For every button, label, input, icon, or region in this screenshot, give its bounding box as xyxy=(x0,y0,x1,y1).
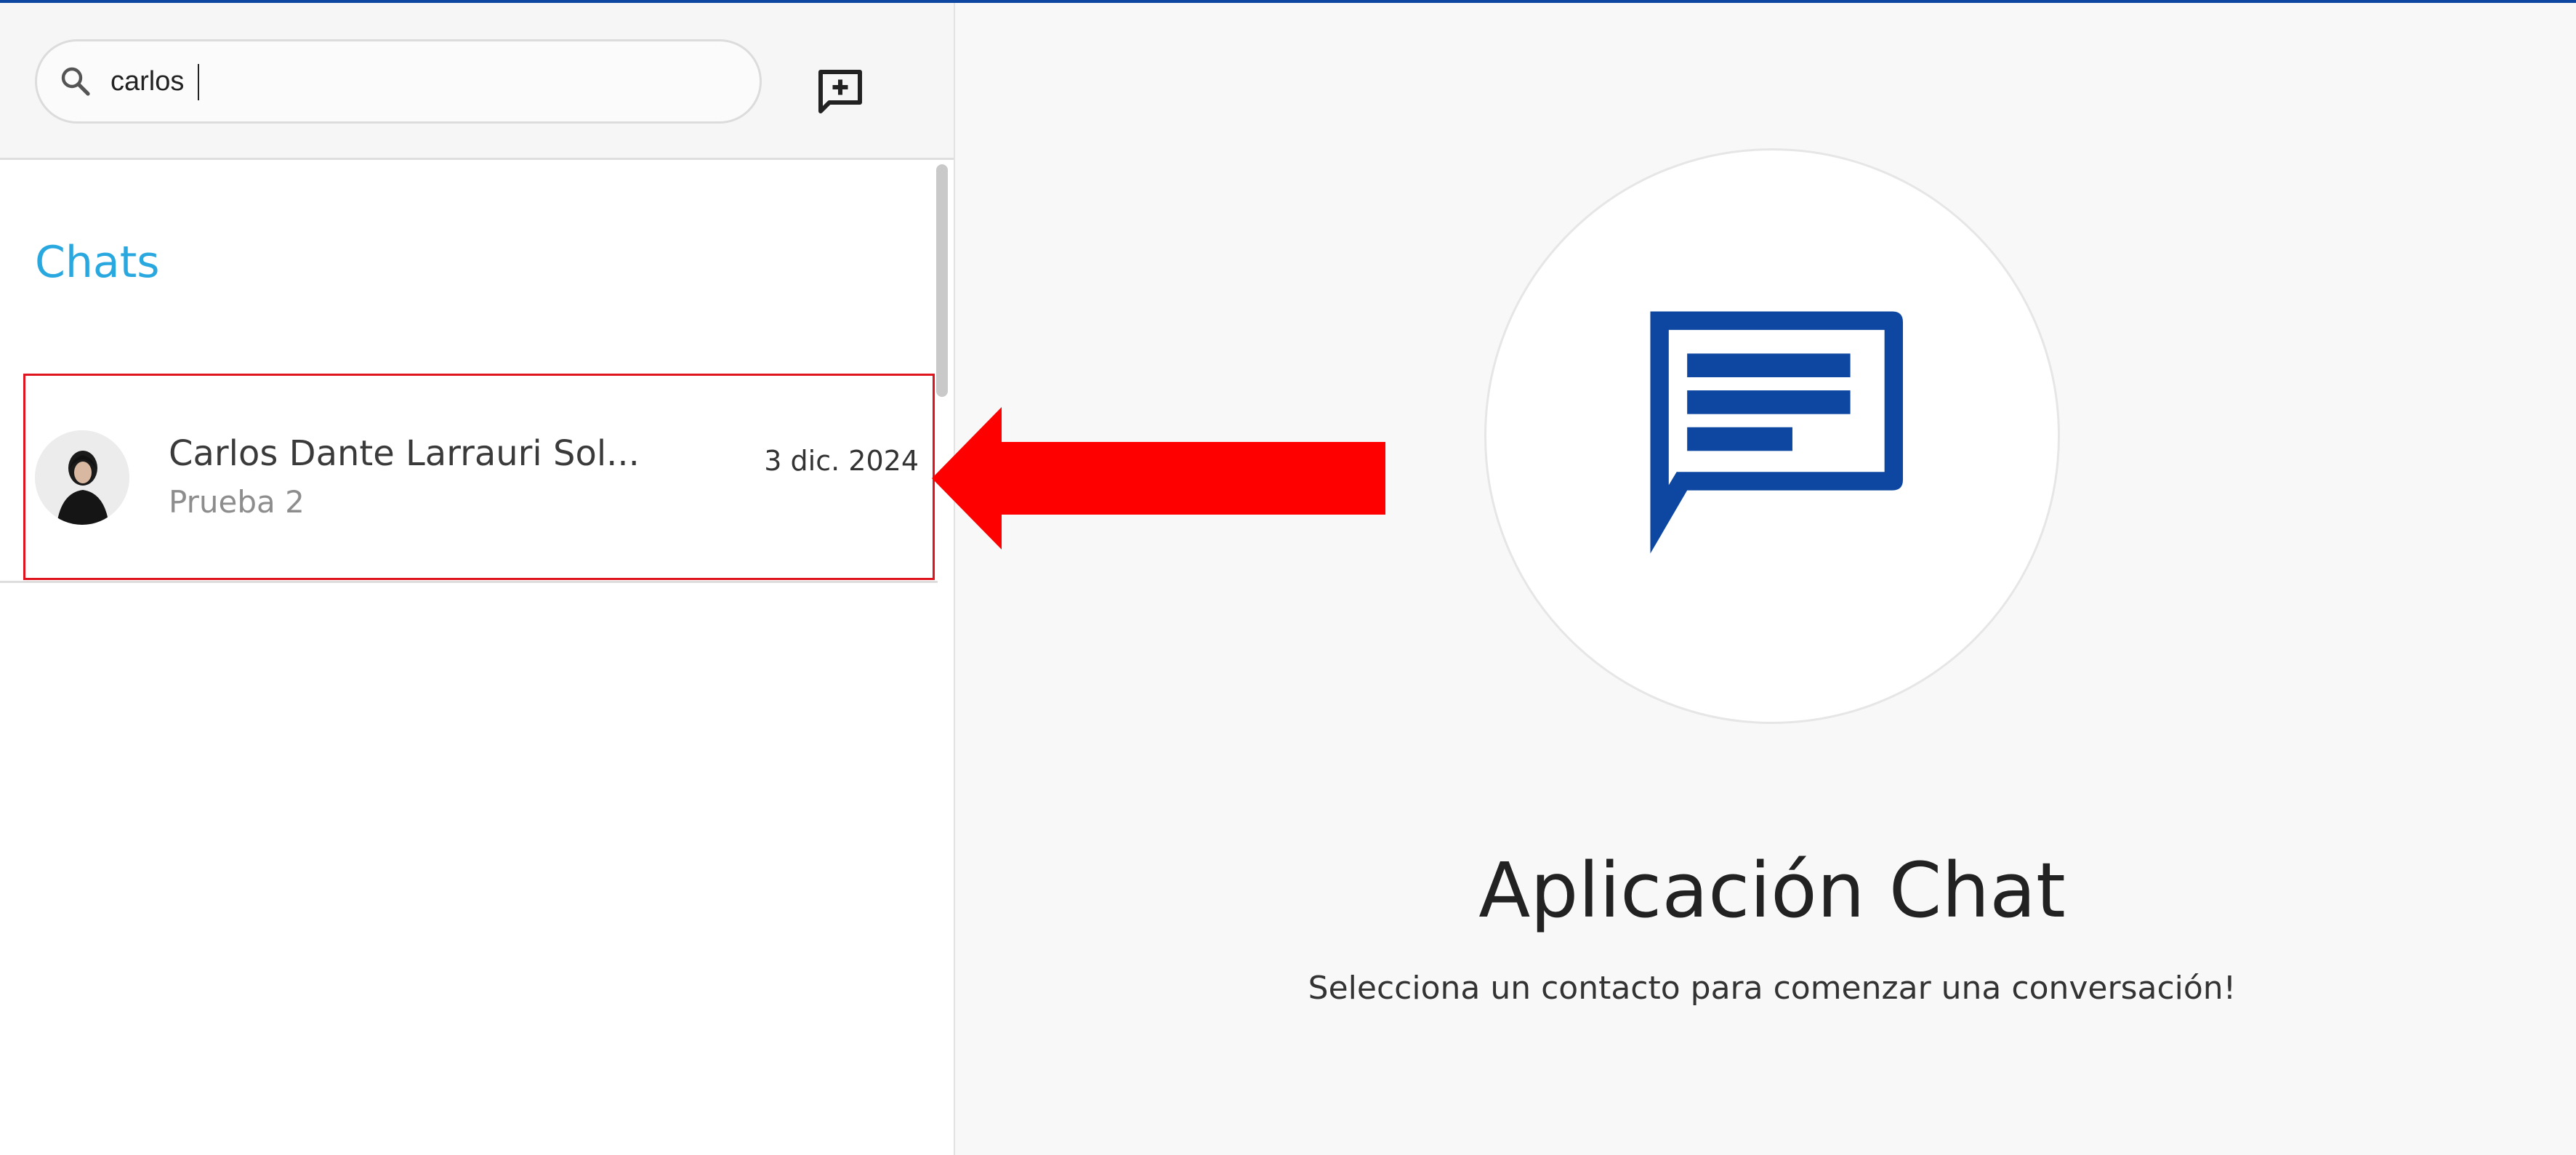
scrollbar-thumb[interactable] xyxy=(936,164,948,397)
chat-last-message: Prueba 2 xyxy=(169,484,305,520)
chat-contact-name: Carlos Dante Larrauri Sol... xyxy=(169,433,640,474)
chat-date: 3 dic. 2024 xyxy=(764,445,919,477)
chats-section-title: Chats xyxy=(35,237,160,288)
avatar-photo xyxy=(35,430,129,525)
text-caret xyxy=(198,64,199,100)
avatar xyxy=(35,430,129,525)
sidebar: Chats Carlos Dante Larrauri Sol... Prueb… xyxy=(0,3,955,1155)
new-chat-button[interactable] xyxy=(807,58,874,125)
search-input[interactable] xyxy=(110,58,736,105)
search-bar xyxy=(0,3,954,160)
search-icon xyxy=(61,67,90,96)
app-title: Aplicación Chat xyxy=(1478,846,2066,935)
add-chat-icon xyxy=(818,70,862,113)
chat-list-item[interactable] xyxy=(0,372,938,583)
app-subtitle: Selecciona un contacto para comenzar una… xyxy=(1308,970,2237,1007)
chat-bubble-icon xyxy=(1650,311,1903,554)
chat-app: Chats Carlos Dante Larrauri Sol... Prueb… xyxy=(0,0,2576,1155)
